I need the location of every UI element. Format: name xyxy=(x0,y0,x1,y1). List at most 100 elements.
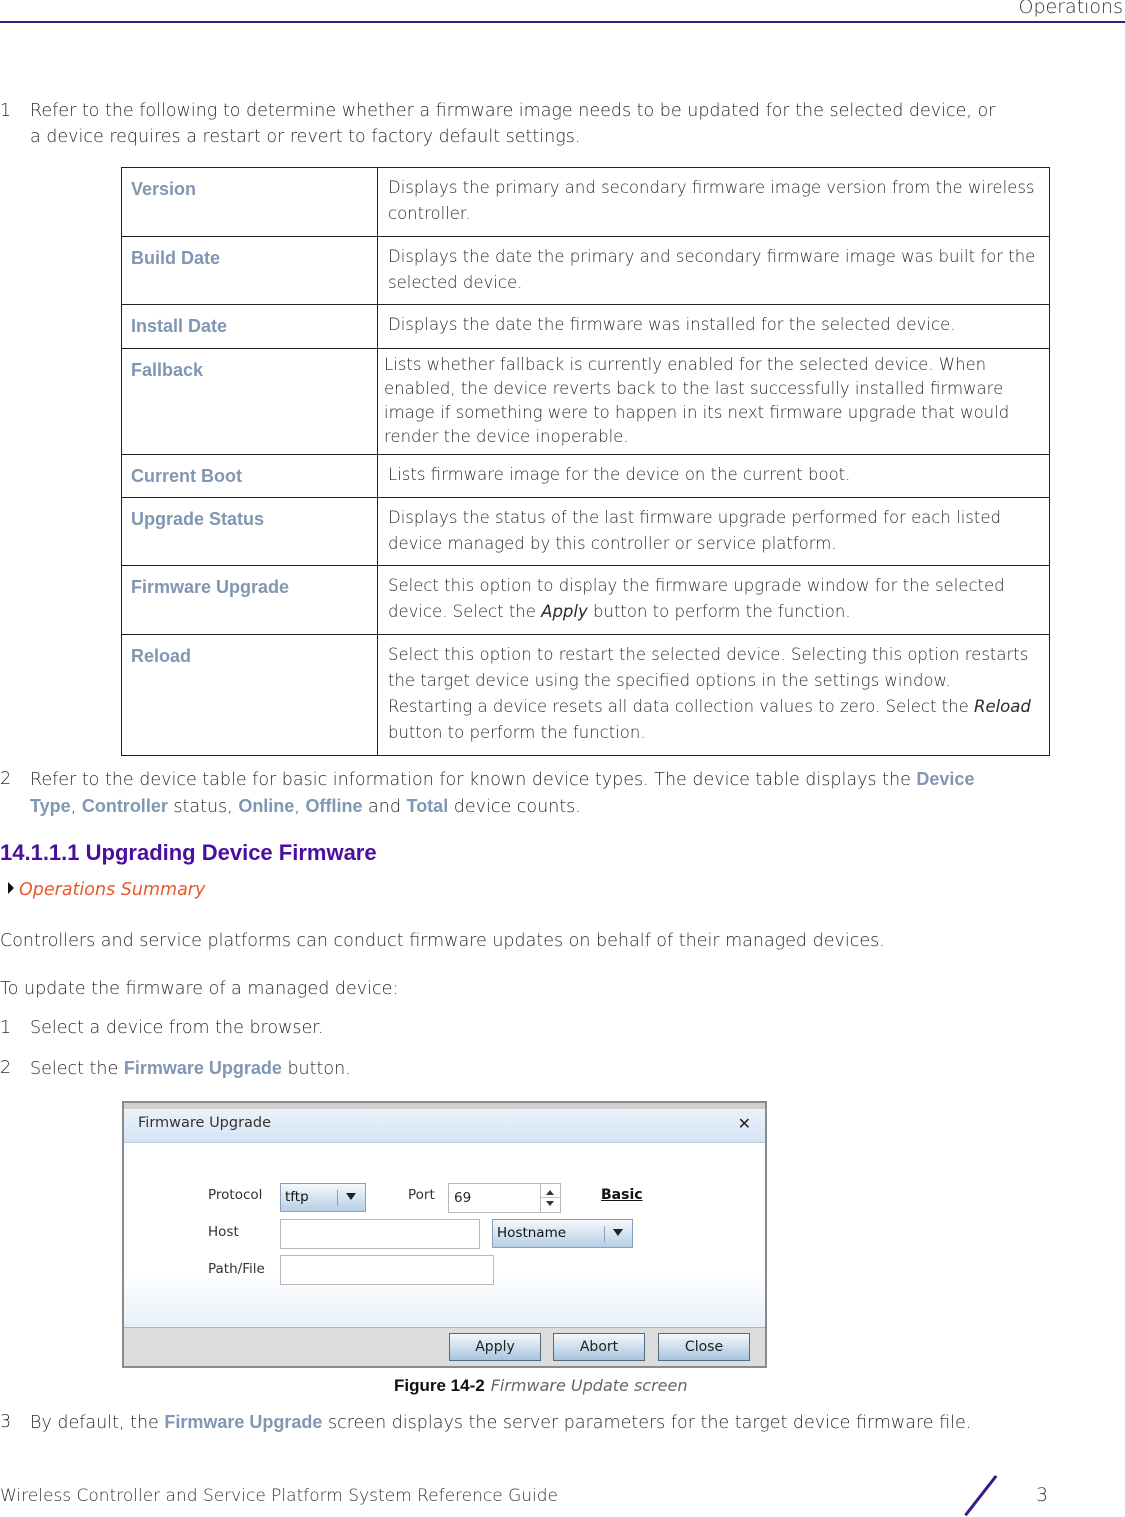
dialog-body: Protocol tftp Port 69 Basic Host Hostnam… xyxy=(124,1143,765,1329)
keyword-device: Device xyxy=(916,769,975,789)
step-1: 1 Refer to the following to determine wh… xyxy=(0,98,1125,150)
arrow-up-icon[interactable] xyxy=(546,1190,554,1195)
select-separator xyxy=(604,1226,605,1242)
basic-link[interactable]: Basic xyxy=(601,1187,643,1203)
keyword-type: Type xyxy=(30,796,71,816)
port-label: Port xyxy=(408,1187,435,1203)
step-text: By default, the xyxy=(30,1413,165,1433)
protocol-value: tftp xyxy=(285,1189,309,1205)
host-type-value: Hostname xyxy=(497,1225,567,1241)
definitions-table: Version Displays the primary and seconda… xyxy=(121,167,1050,756)
term: Reload xyxy=(121,634,378,756)
step-1-line-2: a device requires a restart or revert to… xyxy=(30,127,581,147)
arrow-down-icon[interactable] xyxy=(546,1201,554,1206)
dialog-titlebar: Firmware Upgrade ✕ xyxy=(124,1109,765,1143)
keyword-firmware-upgrade: Firmware Upgrade xyxy=(123,1058,282,1078)
desc-emphasis: Reload xyxy=(973,697,1031,716)
description: Select this option to display the firmwa… xyxy=(377,565,1050,635)
host-type-select[interactable]: Hostname xyxy=(492,1219,633,1248)
spinner-divider xyxy=(541,1197,560,1198)
lead-paragraph: To update the firmware of a managed devi… xyxy=(0,979,399,999)
step-number: 1 xyxy=(0,1018,12,1038)
description: Select this option to restart the select… xyxy=(377,634,1050,756)
description: Lists firmware image for the device on t… xyxy=(377,454,1050,498)
step-number: 2 xyxy=(0,1058,12,1078)
section-heading: 14.1.1.1 Upgrading Device Firmware xyxy=(0,840,377,865)
desc-text: button to perform the function. xyxy=(388,723,646,742)
term: Build Date xyxy=(121,236,378,305)
step-2-text: and xyxy=(362,797,407,817)
separator: , xyxy=(70,797,82,817)
footer-slash-decoration xyxy=(964,1475,998,1517)
figure-caption-text: Firmware Update screen xyxy=(490,1376,688,1395)
protocol-select[interactable]: tftp xyxy=(280,1183,366,1212)
term: Install Date xyxy=(121,304,378,349)
apply-button[interactable]: Apply xyxy=(449,1333,541,1361)
step-text: Select the xyxy=(30,1059,124,1079)
chevron-down-icon xyxy=(613,1229,623,1236)
dialog-title: Firmware Upgrade xyxy=(138,1115,272,1131)
step-2-text: device counts. xyxy=(448,797,581,817)
table-row: Current Boot Lists firmware image for th… xyxy=(121,454,1050,498)
description: Displays the date the primary and second… xyxy=(377,236,1050,305)
step-2-text: status, xyxy=(167,797,239,817)
step-text: button. xyxy=(281,1059,351,1079)
separator: , xyxy=(294,797,306,817)
table-row: Upgrade Status Displays the status of th… xyxy=(121,497,1050,566)
step-2: 2 Refer to the device table for basic in… xyxy=(0,766,1100,820)
term: Firmware Upgrade xyxy=(121,565,378,635)
header-rule xyxy=(0,21,1125,23)
operations-summary-link[interactable]: Operations Summary xyxy=(8,880,205,900)
link-text[interactable]: Operations Summary xyxy=(19,880,205,900)
table-row: Firmware Upgrade Select this option to d… xyxy=(121,565,1050,635)
step-2-text: Refer to the device table for basic info… xyxy=(30,770,917,790)
close-button[interactable]: Close xyxy=(658,1333,750,1361)
description: Lists whether fallback is currently enab… xyxy=(377,348,1050,455)
keyword-controller: Controller xyxy=(81,796,168,816)
keyword-total: Total xyxy=(406,796,449,816)
step-number: 3 xyxy=(0,1412,12,1432)
intro-paragraph: Controllers and service platforms can co… xyxy=(0,931,885,951)
triangle-bullet-icon xyxy=(8,882,14,894)
table-row: Fallback Lists whether fallback is curre… xyxy=(121,348,1050,455)
step-text: screen displays the server parameters fo… xyxy=(322,1413,972,1433)
select-separator xyxy=(337,1190,338,1206)
desc-text: Select this option to restart the select… xyxy=(388,645,1029,716)
running-header: Operations xyxy=(1018,0,1123,18)
step-number: 2 xyxy=(0,769,12,789)
chevron-down-icon xyxy=(346,1193,356,1200)
spinner-buttons[interactable] xyxy=(540,1184,560,1212)
description: Displays the primary and secondary firmw… xyxy=(377,167,1050,237)
close-icon[interactable]: ✕ xyxy=(738,1114,751,1133)
table-row: Install Date Displays the date the firmw… xyxy=(121,304,1050,349)
abort-button[interactable]: Abort xyxy=(553,1333,645,1361)
procedure-step-3: 3 By default, the Firmware Upgrade scree… xyxy=(0,1409,1125,1436)
page-number: 3 xyxy=(1036,1484,1049,1506)
path-file-input[interactable] xyxy=(280,1255,494,1285)
keyword-firmware-upgrade: Firmware Upgrade xyxy=(164,1412,323,1432)
keyword-offline: Offline xyxy=(305,796,363,816)
description: Displays the status of the last firmware… xyxy=(377,497,1050,566)
step-text: Select a device from the browser. xyxy=(30,1018,324,1038)
procedure-step-1: 1 Select a device from the browser. xyxy=(0,1015,600,1041)
term: Version xyxy=(121,167,378,237)
procedure-step-2: 2 Select the Firmware Upgrade button. xyxy=(0,1055,600,1082)
host-input[interactable] xyxy=(280,1219,480,1249)
dialog-footer: Apply Abort Close xyxy=(124,1327,765,1366)
port-value: 69 xyxy=(454,1190,472,1206)
figure-caption: Figure 14-2 Firmware Update screen xyxy=(394,1376,687,1396)
step-1-line-1: Refer to the following to determine whet… xyxy=(30,101,996,121)
keyword-online: Online xyxy=(238,796,295,816)
desc-text: button to perform the function. xyxy=(587,602,851,621)
port-spinner[interactable]: 69 xyxy=(448,1183,561,1213)
figure-number: Figure 14-2 xyxy=(394,1376,485,1395)
table-row: Build Date Displays the date the primary… xyxy=(121,236,1050,305)
term: Current Boot xyxy=(121,454,378,498)
desc-emphasis: Apply xyxy=(541,602,588,621)
description: Displays the date the firmware was insta… xyxy=(377,304,1050,349)
path-file-label: Path/File xyxy=(208,1261,265,1277)
step-number: 1 xyxy=(0,101,12,121)
table-row: Reload Select this option to restart the… xyxy=(121,634,1050,756)
table-row: Version Displays the primary and seconda… xyxy=(121,167,1050,237)
host-label: Host xyxy=(208,1224,239,1240)
